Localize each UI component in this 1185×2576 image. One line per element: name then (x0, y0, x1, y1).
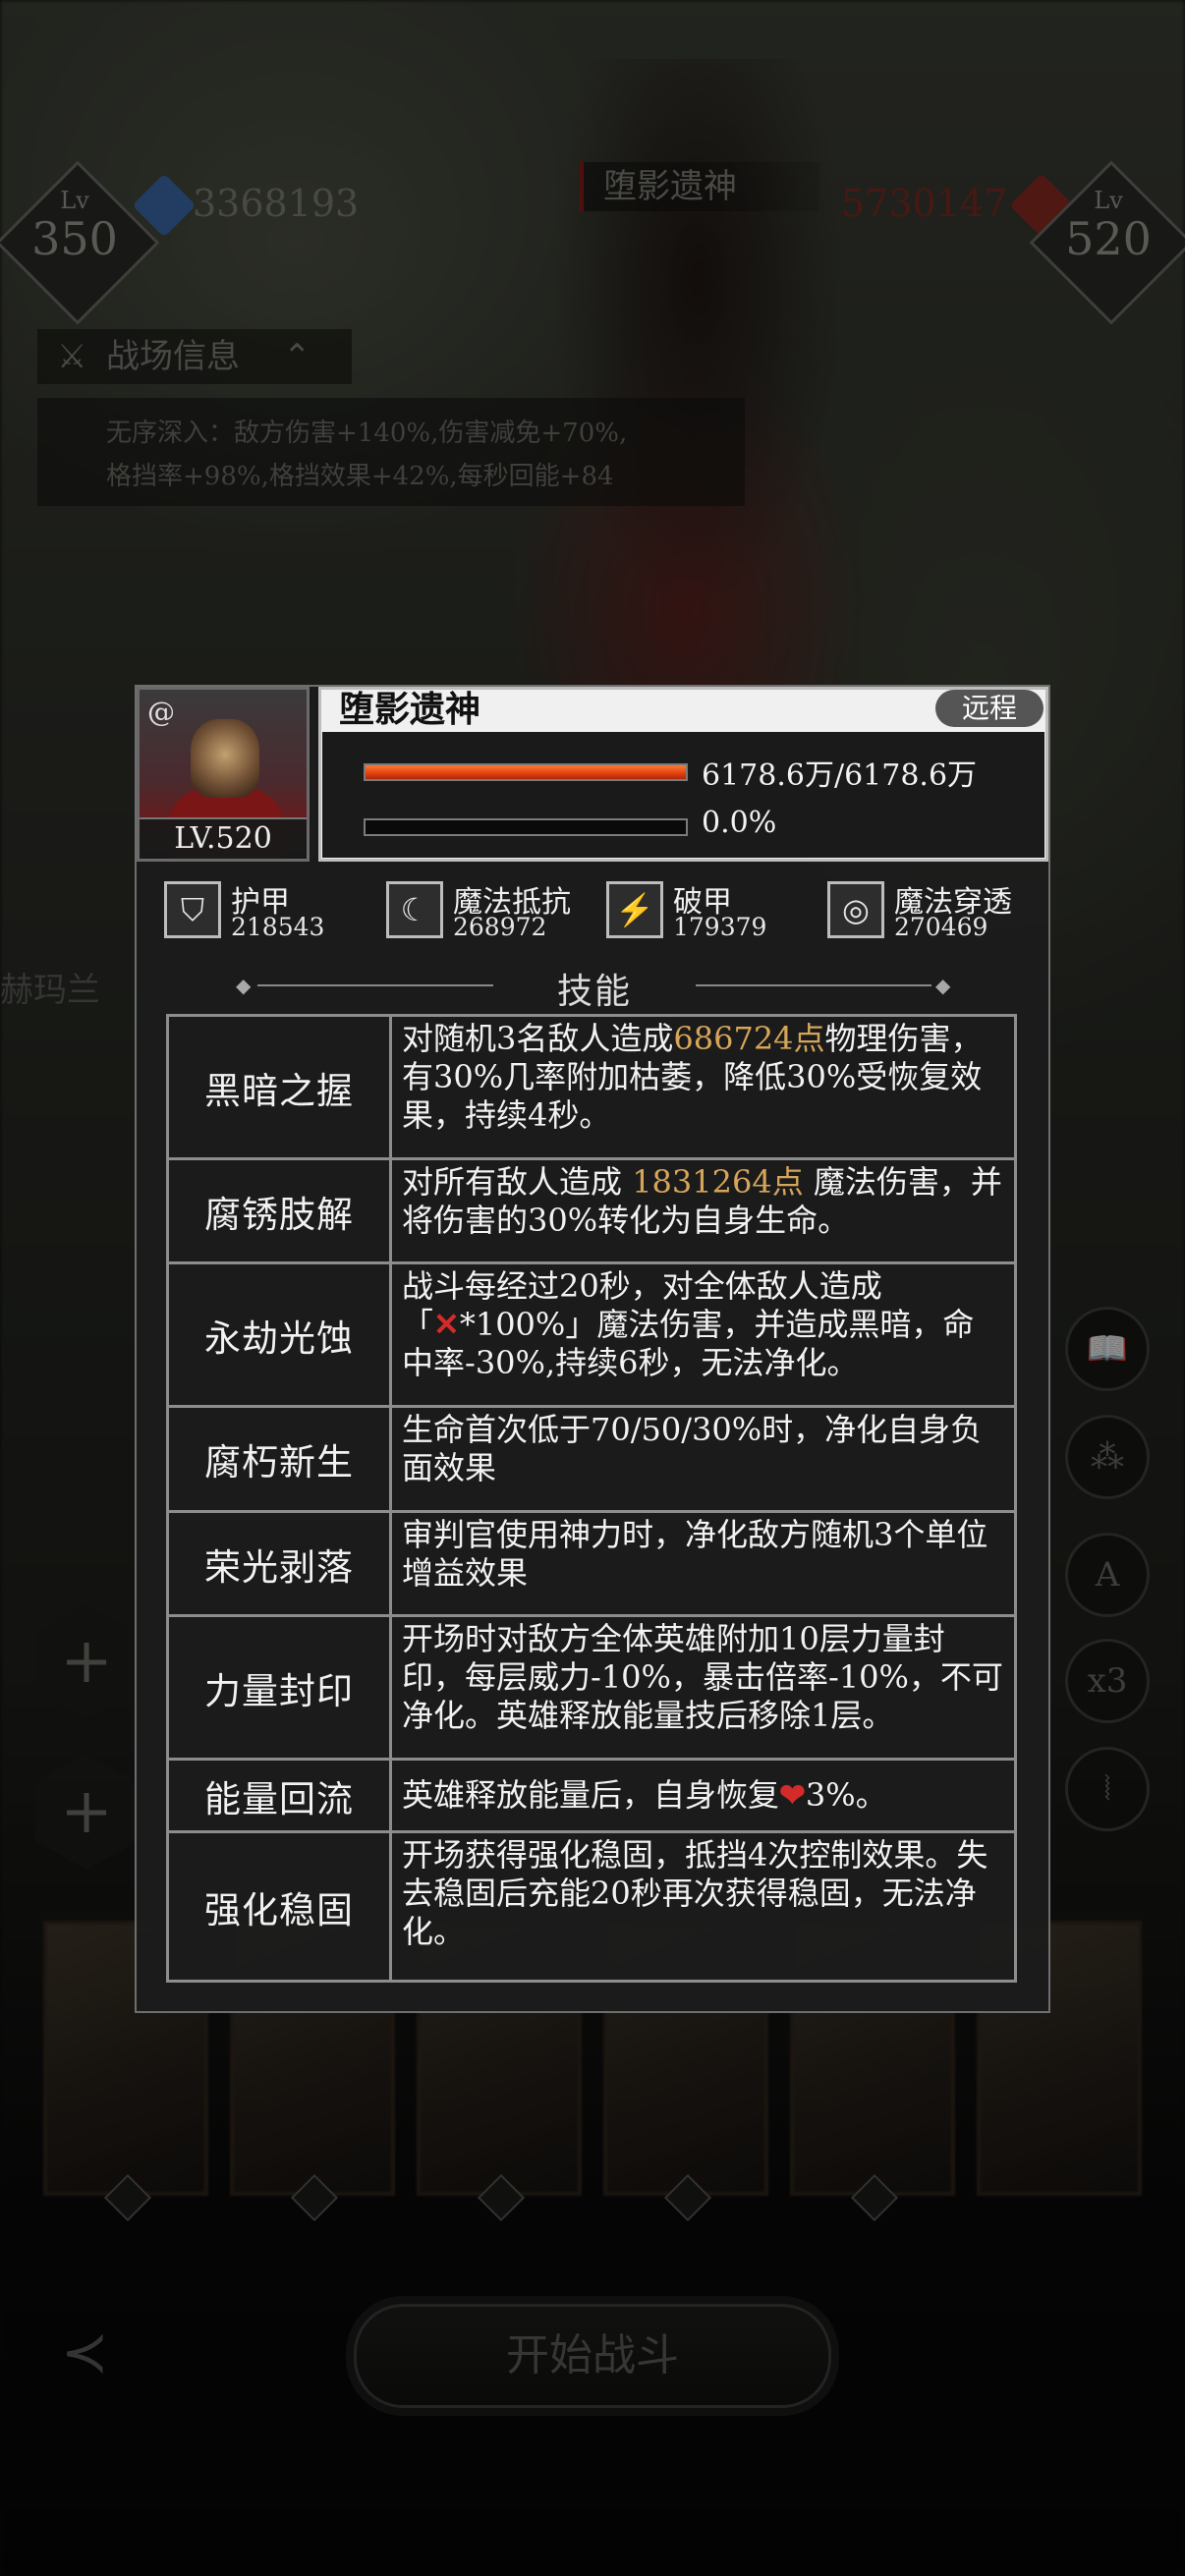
boss-name: 堕影遗神 (339, 689, 481, 730)
stat-value: 218543 (231, 913, 325, 941)
magic-pen-icon: ◎ (827, 881, 884, 938)
attack-type-badge: 远程 (935, 690, 1044, 727)
magic-resist-icon: ☾ (386, 881, 443, 938)
skill-row: 强化稳固 开场获得强化稳固，抵挡4次控制效果。失去稳固后充能20秒再次获得稳固，… (169, 1833, 1014, 1980)
desc-text: 对所有敌人造成 (402, 1163, 633, 1201)
stat-value: 179379 (673, 913, 767, 941)
skill-name: 永劫光蚀 (169, 1264, 392, 1405)
skills-header: ◆ 技能 ◆ (236, 961, 953, 1012)
boss-portrait: @ LV.520 (137, 687, 310, 862)
skill-row: 力量封印 开场时对敌方全体英雄附加10层力量封印，每层威力-10%，暴击倍率-1… (169, 1617, 1014, 1761)
energy-text: 0.0% (702, 806, 777, 840)
armor-icon: ⛉ (164, 881, 221, 938)
energy-bar (364, 818, 688, 836)
skill-description: 对所有敌人造成 1831264点 魔法伤害，并将伤害的30%转化为自身生命。 (392, 1160, 1014, 1261)
desc-text: 对随机3名敌人造成 (402, 1020, 674, 1057)
skill-name: 黑暗之握 (169, 1017, 392, 1157)
skill-row: 黑暗之握 对随机3名敌人造成686724点物理伤害，有30%几率附加枯萎，降低3… (169, 1017, 1014, 1160)
skill-description: 战斗每经过20秒，对全体敌人造成「✕*100%」魔法伤害，并造成黑暗，命中率-3… (392, 1264, 1014, 1405)
damage-value: 686724点 (673, 1020, 825, 1057)
skill-description: 审判官使用神力时，净化敌方随机3个单位增益效果 (402, 1516, 988, 1592)
hp-bar (364, 763, 688, 781)
stat-value: 268972 (453, 913, 547, 941)
armor-break-icon: ⚡ (606, 881, 663, 938)
divider-right (696, 984, 931, 986)
skill-description: 英雄释放能量后，自身恢复 ❤ 3%。 (392, 1761, 1014, 1830)
boss-stats: ⛉ 护甲 218543 ☾ 魔法抵抗 268972 ⚡ 破甲 179379 ◎ … (137, 869, 1048, 958)
skill-name: 荣光剥落 (169, 1513, 392, 1614)
desc-text: 3%。 (805, 1776, 887, 1814)
skill-name: 能量回流 (169, 1761, 392, 1830)
boss-face (191, 719, 259, 798)
skill-description: 开场时对敌方全体英雄附加10层力量封印，每层威力-10%，暴击倍率-10%，不可… (402, 1620, 1003, 1734)
skill-name: 力量封印 (169, 1617, 392, 1758)
skills-table: 黑暗之握 对随机3名敌人造成686724点物理伤害，有30%几率附加枯萎，降低3… (166, 1014, 1017, 1983)
desc-text: 英雄释放能量后，自身恢复 (402, 1776, 780, 1814)
skill-row: 腐锈肢解 对所有敌人造成 1831264点 魔法伤害，并将伤害的30%转化为自身… (169, 1160, 1014, 1264)
heart-icon: ❤ (779, 1776, 806, 1814)
skill-name: 强化稳固 (169, 1833, 392, 1980)
skill-description: 对随机3名敌人造成686724点物理伤害，有30%几率附加枯萎，降低30%受恢复… (392, 1017, 1014, 1157)
skill-description: 开场获得强化稳固，抵挡4次控制效果。失去稳固后充能20秒再次获得稳固，无法净化。 (402, 1836, 988, 1950)
boss-level-badge: LV.520 (140, 817, 307, 859)
skill-name: 腐朽新生 (169, 1408, 392, 1510)
hp-text: 6178.6万/6178.6万 (702, 758, 978, 793)
spiral-icon: @ (147, 696, 175, 728)
skill-row: 腐朽新生 生命首次低于70/50/30%时，净化自身负面效果 (169, 1408, 1014, 1513)
skills-title: 技能 (556, 972, 632, 1012)
stat-value: 270469 (894, 913, 988, 941)
skill-row: 荣光剥落 审判官使用神力时，净化敌方随机3个单位增益效果 (169, 1513, 1014, 1617)
ornament-right-icon: ◆ (935, 974, 951, 997)
attack-stat-icon: ✕ (433, 1306, 460, 1343)
skill-description: 生命首次低于70/50/30%时，净化自身负面效果 (402, 1411, 983, 1486)
skill-row: 能量回流 英雄释放能量后，自身恢复 ❤ 3%。 (169, 1761, 1014, 1833)
hp-bar-fill (366, 765, 686, 779)
skill-name: 腐锈肢解 (169, 1160, 392, 1261)
desc-text: *100%」魔法伤害，并造成黑暗，命中率-30%,持续6秒，无法净化。 (402, 1306, 975, 1381)
damage-value: 1831264点 (632, 1163, 804, 1201)
skill-row: 永劫光蚀 战斗每经过20秒，对全体敌人造成「✕*100%」魔法伤害，并造成黑暗，… (169, 1264, 1014, 1408)
